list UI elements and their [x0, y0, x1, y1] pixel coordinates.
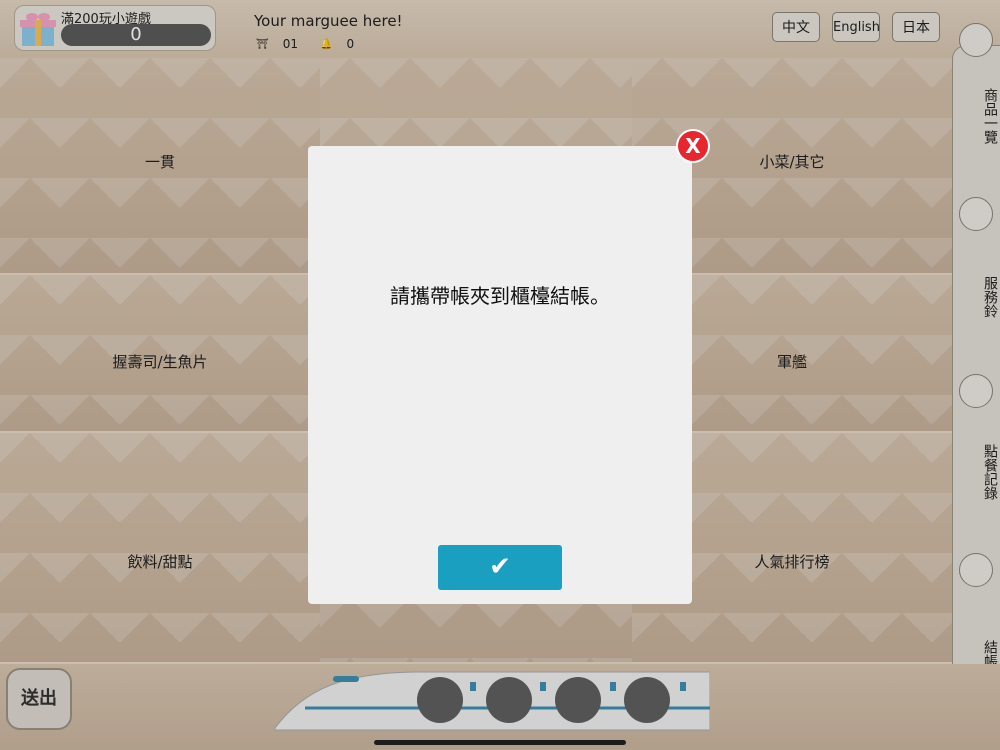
dialog-message: 請攜帶帳夾到櫃檯結帳。: [390, 284, 610, 308]
checkout-dialog: 請攜帶帳夾到櫃檯結帳。 ✔: [308, 146, 692, 604]
confirm-button[interactable]: ✔: [438, 545, 562, 590]
close-dialog-button[interactable]: X: [678, 131, 708, 161]
close-icon: X: [685, 134, 701, 158]
check-icon: ✔: [489, 552, 511, 582]
